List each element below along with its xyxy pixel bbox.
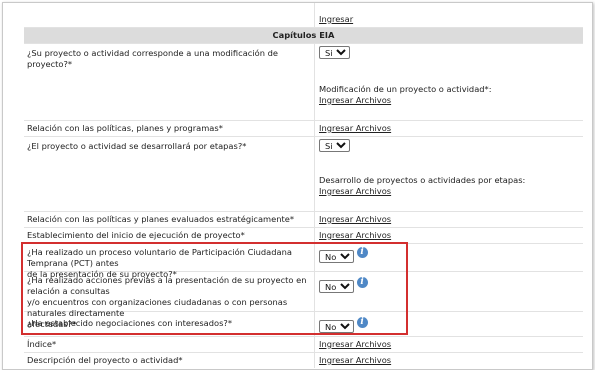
acciones-select[interactable]: No (319, 280, 354, 293)
section-header: Capítulos EIA (24, 28, 583, 44)
table-row: Ingresar (24, 3, 583, 28)
table-row-indice: Índice* Ingresar Archivos (24, 337, 583, 353)
section-title: Capítulos EIA (272, 30, 335, 40)
ingresar-archivos-link[interactable]: Ingresar Archivos (319, 214, 391, 224)
label-politicas: Relación con las políticas, planes y pro… (27, 123, 223, 133)
question-negociaciones: ¿Ha establecido negociaciones con intere… (27, 318, 232, 328)
label-planes-evaluados: Relación con las políticas y planes eval… (27, 214, 295, 224)
ingresar-archivos-link[interactable]: Ingresar Archivos (319, 123, 391, 133)
table-row-negociaciones: ¿Ha establecido negociaciones con intere… (24, 312, 583, 337)
table-row-politicas: Relación con las políticas, planes y pro… (24, 121, 583, 137)
info-icon[interactable]: i (356, 317, 368, 328)
modificacion-select[interactable]: Si (319, 46, 350, 59)
table-row-acciones-previas: ¿Ha realizado acciones previas a la pres… (24, 272, 583, 329)
eia-form-table: Ingresar Capítulos EIA ¿Su proyecto o ac… (24, 3, 583, 369)
table-row-inicio-ejecucion: Establecimiento del inicio de ejecución … (24, 228, 583, 244)
info-icon[interactable]: i (356, 247, 368, 258)
question-etapas: ¿El proyecto o actividad se desarrollará… (27, 141, 247, 151)
etapas-select[interactable]: Si (319, 139, 350, 152)
table-row-pct: ¿Ha realizado un proceso voluntario de P… (24, 244, 583, 279)
etapas-sublabel: Desarrollo de proyectos o actividades po… (319, 175, 526, 185)
ingresar-archivos-link[interactable]: Ingresar Archivos (319, 230, 391, 240)
pct-select[interactable]: No (319, 250, 354, 263)
label-indice: Índice* (27, 339, 57, 349)
table-row-planes-evaluados: Relación con las políticas y planes eval… (24, 212, 583, 228)
info-icon[interactable]: i (356, 277, 368, 288)
ingresar-archivos-link[interactable]: Ingresar Archivos (319, 186, 391, 196)
screenshot-frame: Ingresar Capítulos EIA ¿Su proyecto o ac… (2, 2, 593, 370)
question-acciones-line1: ¿Ha realizado acciones previas a la pres… (27, 275, 307, 296)
ingresar-archivos-link[interactable]: Ingresar Archivos (319, 95, 391, 105)
ingresar-link[interactable]: Ingresar (319, 14, 353, 24)
label-inicio-ejecucion: Establecimiento del inicio de ejecución … (27, 230, 245, 240)
table-row-descripcion: Descripción del proyecto o actividad* In… (24, 353, 583, 368)
ingresar-archivos-link[interactable]: Ingresar Archivos (319, 339, 391, 349)
table-row-modificacion: ¿Su proyecto o actividad corresponde a u… (24, 44, 583, 121)
question-modificacion: ¿Su proyecto o actividad corresponde a u… (27, 48, 279, 69)
negociaciones-select[interactable]: No (319, 320, 354, 333)
question-pct-line1: ¿Ha realizado un proceso voluntario de P… (27, 247, 292, 268)
table-row-etapas: ¿El proyecto o actividad se desarrollará… (24, 137, 583, 212)
ingresar-archivos-link[interactable]: Ingresar Archivos (319, 355, 391, 365)
label-descripcion: Descripción del proyecto o actividad* (27, 355, 183, 365)
modificacion-sublabel: Modificación de un proyecto o actividad*… (319, 84, 492, 94)
